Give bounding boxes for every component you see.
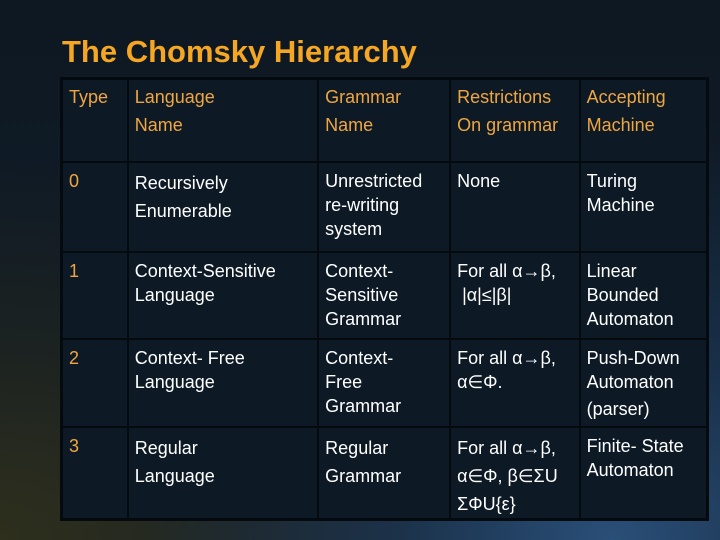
cell-language: Context- Free Language xyxy=(126,337,320,428)
slide-title: The Chomsky Hierarchy xyxy=(62,34,417,69)
table-row: 1 Context-Sensitive Language Context- Se… xyxy=(60,250,709,340)
cell-machine: Push-Down Automaton (parser) xyxy=(578,337,709,428)
cell-language: Regular Language xyxy=(126,425,320,520)
header-language-name: Language Name xyxy=(126,77,320,163)
cell-restrictions: None xyxy=(449,160,581,253)
cell-grammar: Context- Sensitive Grammar xyxy=(317,250,452,340)
table-row: 0 Recursively Enumerable Unrestricted re… xyxy=(60,160,709,253)
cell-grammar: Context- Free Grammar xyxy=(317,337,452,428)
cell-type: 1 xyxy=(60,250,129,340)
cell-restrictions: For all α→β, |α|≤|β| xyxy=(449,250,581,340)
cell-type: 3 xyxy=(60,425,129,520)
header-type: Type xyxy=(60,77,129,163)
cell-language: Context-Sensitive Language xyxy=(126,250,320,340)
header-grammar-name: Grammar Name xyxy=(317,77,452,163)
table-header-row: Type Language Name Grammar Name Restrict… xyxy=(60,77,709,163)
cell-restrictions: For all α→β, α∈Φ, β∈ΣU ΣΦU{ε} xyxy=(449,425,581,520)
cell-machine: Linear Bounded Automaton xyxy=(578,250,709,340)
header-restrictions: Restrictions On grammar xyxy=(449,77,581,163)
cell-grammar: Regular Grammar xyxy=(317,425,452,520)
cell-language: Recursively Enumerable xyxy=(126,160,320,253)
table-row: 2 Context- Free Language Context- Free G… xyxy=(60,337,709,428)
cell-machine: Turing Machine xyxy=(578,160,709,253)
header-accepting-machine: Accepting Machine xyxy=(578,77,709,163)
chomsky-hierarchy-table: Type Language Name Grammar Name Restrict… xyxy=(60,77,709,521)
cell-restrictions: For all α→β, α∈Φ. xyxy=(449,337,581,428)
cell-type: 2 xyxy=(60,337,129,428)
cell-grammar: Unrestricted re-writing system xyxy=(317,160,452,253)
cell-machine: Finite- State Automaton xyxy=(578,425,709,520)
cell-type: 0 xyxy=(60,160,129,253)
table-row: 3 Regular Language Regular Grammar For a… xyxy=(60,425,709,520)
